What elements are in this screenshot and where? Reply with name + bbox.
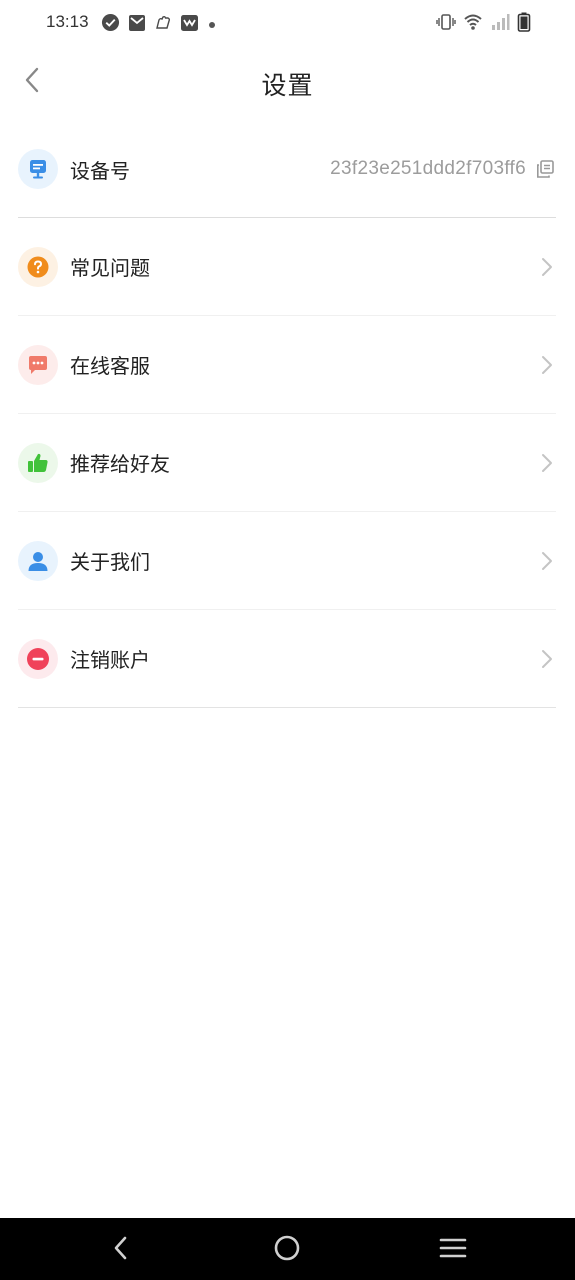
- nav-menu-button[interactable]: [435, 1232, 471, 1268]
- header: 设置: [0, 50, 575, 116]
- settings-item-customer-service[interactable]: 在线客服: [18, 316, 556, 414]
- settings-item-label: 在线客服: [70, 354, 150, 378]
- settings-item-label: 注销账户: [70, 648, 150, 672]
- question-icon: [18, 246, 58, 287]
- minus-circle-icon: [18, 638, 58, 679]
- user-icon: [18, 540, 58, 581]
- back-icon: [111, 1235, 131, 1265]
- page-title: 设置: [261, 71, 314, 100]
- mail-icon: [128, 14, 146, 36]
- chevron-right-icon: [538, 353, 556, 377]
- hand-icon: [154, 14, 172, 36]
- menu-icon: [439, 1236, 467, 1264]
- thumbs-up-icon: [18, 442, 58, 483]
- settings-item-faq[interactable]: 常见问题: [18, 218, 556, 316]
- home-icon: [273, 1234, 301, 1266]
- settings-item-delete-account[interactable]: 注销账户: [18, 610, 556, 708]
- wifi-icon: [463, 13, 483, 35]
- chevron-right-icon: [538, 549, 556, 573]
- chevron-right-icon: [538, 647, 556, 671]
- settings-item-recommend[interactable]: 推荐给好友: [18, 414, 556, 512]
- settings-item-label: 关于我们: [70, 550, 150, 574]
- system-icons: [436, 12, 531, 36]
- nav-home-button[interactable]: [269, 1232, 305, 1268]
- device-icon: [18, 149, 58, 189]
- settings-item-about[interactable]: 关于我们: [18, 512, 556, 610]
- check-circle-icon: [101, 13, 120, 36]
- dot-icon: [207, 15, 217, 34]
- vibrate-icon: [436, 13, 456, 35]
- status-time: 13:13: [46, 12, 89, 31]
- chat-icon: [18, 344, 58, 385]
- status-bar: 13:13: [0, 0, 575, 48]
- settings-list: 设备号 23f23e251ddd2f703ff6 常见问题 在线客服 推荐给好友: [18, 121, 556, 708]
- nav-back-button[interactable]: [103, 1232, 139, 1268]
- device-id-value: 23f23e251ddd2f703ff6: [330, 158, 526, 179]
- battery-icon: [517, 12, 531, 36]
- settings-item-label: 常见问题: [70, 256, 150, 280]
- chevron-right-icon: [538, 451, 556, 475]
- settings-item-label: 推荐给好友: [70, 452, 170, 476]
- notification-icons: [101, 13, 217, 36]
- chevron-right-icon: [538, 255, 556, 279]
- system-nav-bar: [0, 1218, 575, 1280]
- device-id-row: 设备号 23f23e251ddd2f703ff6: [18, 121, 556, 218]
- envelope-icon: [180, 14, 199, 36]
- device-id-label: 设备号: [70, 158, 130, 183]
- signal-icon: [490, 13, 510, 35]
- copy-icon[interactable]: [534, 158, 556, 180]
